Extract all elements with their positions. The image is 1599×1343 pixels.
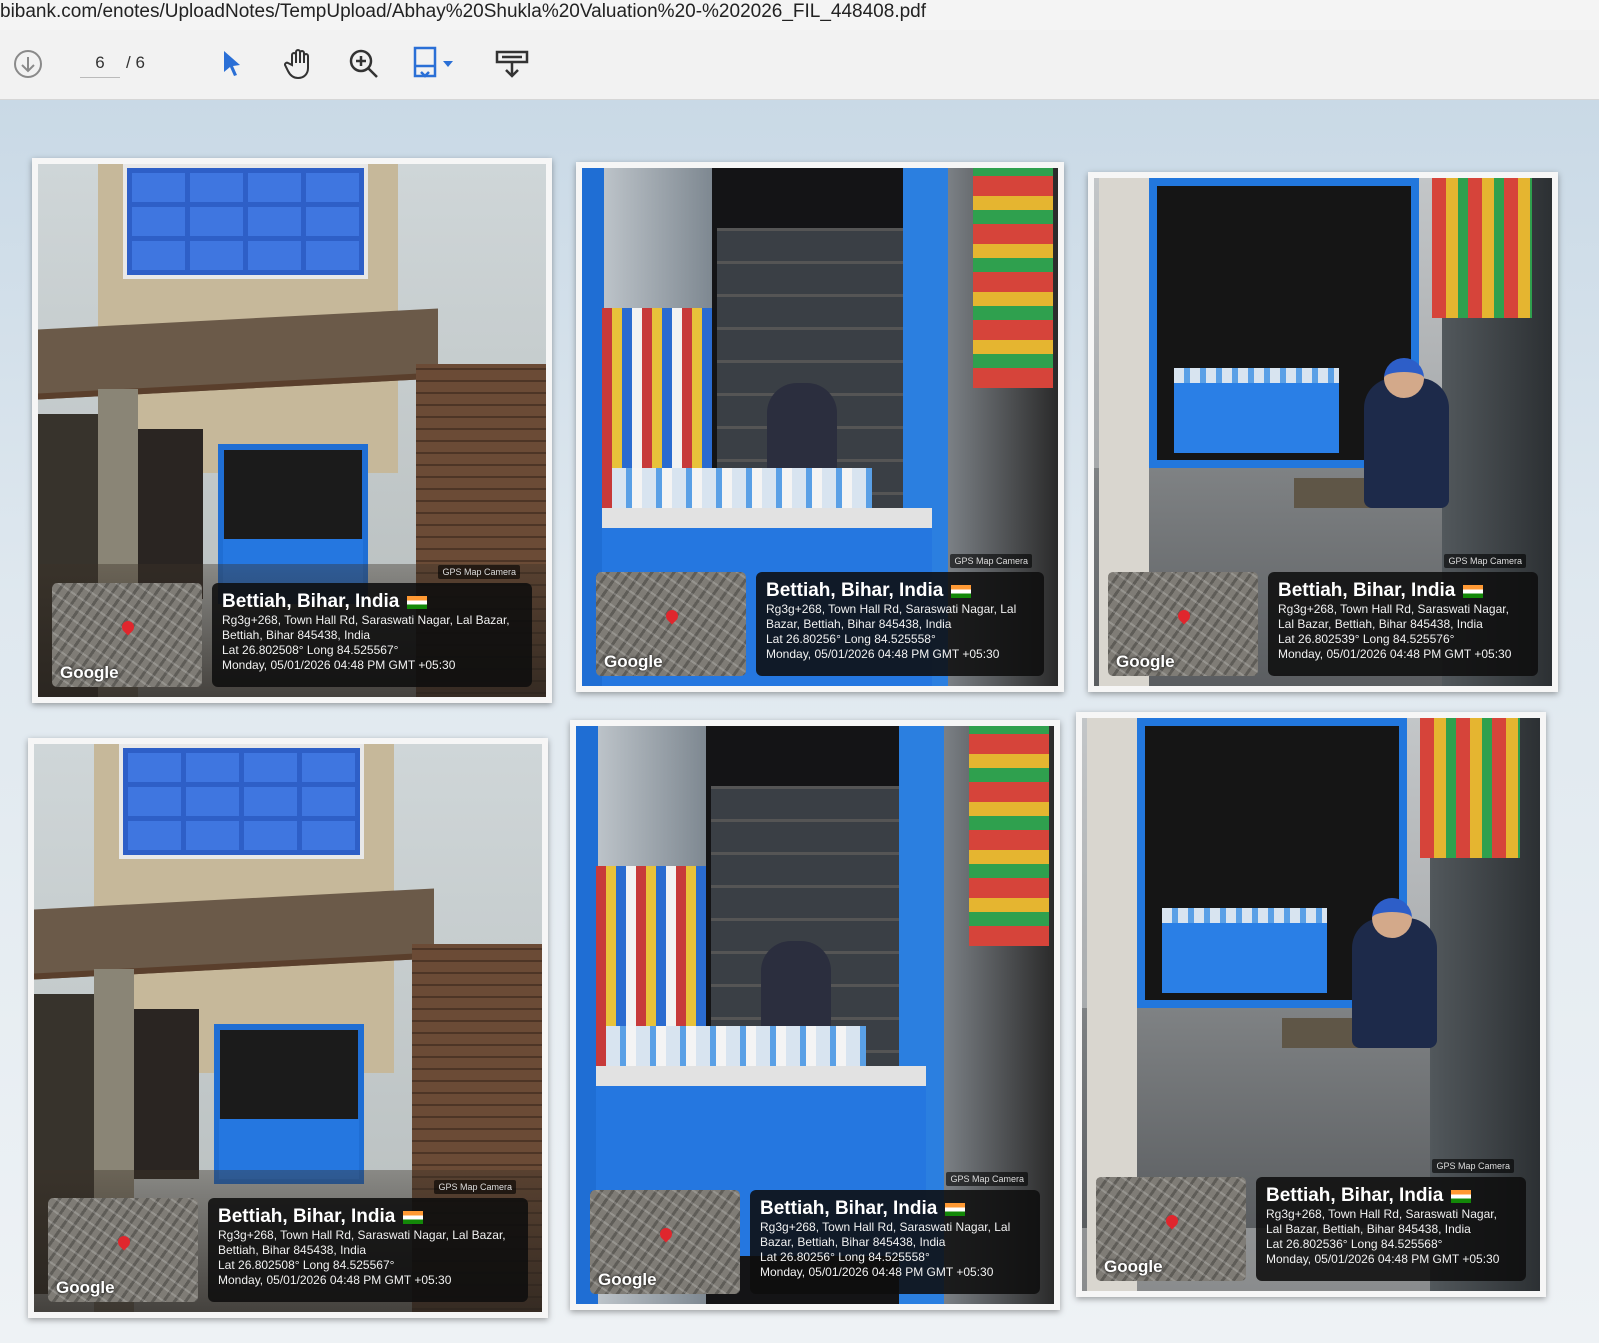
candy-jars <box>612 468 872 508</box>
gps-overlay: GPS Map Camera Google Bettiah, Bihar, In… <box>590 1172 1040 1294</box>
snack-packets <box>1432 178 1532 318</box>
location-info-box: Bettiah, Bihar, India Rg3g+268, Town Hal… <box>750 1190 1040 1294</box>
map-pin-icon <box>657 1225 675 1243</box>
location-info-box: Bettiah, Bihar, India Rg3g+268, Town Hal… <box>1256 1177 1526 1281</box>
datetime-text: Monday, 05/01/2026 04:48 PM GMT +05:30 <box>218 1273 452 1287</box>
datetime-text: Monday, 05/01/2026 04:48 PM GMT +05:30 <box>1278 647 1512 661</box>
address-text: Rg3g+268, Town Hall Rd, Saraswati Nagar,… <box>760 1220 1011 1249</box>
city-label: Bettiah, Bihar, India <box>218 1206 396 1227</box>
candy-jars <box>1162 908 1327 923</box>
gps-camera-tag: GPS Map Camera <box>434 1180 516 1194</box>
address-text: Rg3g+268, Town Hall Rd, Saraswati Nagar,… <box>766 602 1017 631</box>
map-thumbnail: Google <box>48 1198 198 1302</box>
candy-jars <box>1174 368 1339 383</box>
datetime-text: Monday, 05/01/2026 04:48 PM GMT +05:30 <box>1266 1252 1500 1266</box>
google-logo: Google <box>56 1278 115 1297</box>
address-text: Rg3g+268, Town Hall Rd, Saraswati Nagar,… <box>1266 1207 1497 1236</box>
google-logo: Google <box>60 663 119 682</box>
gps-photo: GPS Map Camera Google Bettiah, Bihar, In… <box>28 738 548 1318</box>
hand-pan-icon[interactable] <box>280 44 320 84</box>
zoom-in-icon[interactable] <box>344 44 384 84</box>
location-info-box: Bettiah, Bihar, India Rg3g+268, Town Hal… <box>212 583 532 687</box>
gps-camera-tag: GPS Map Camera <box>438 565 520 579</box>
form-download-icon[interactable] <box>492 44 532 84</box>
gps-camera-tag: GPS Map Camera <box>946 1172 1028 1186</box>
map-thumbnail: Google <box>596 572 746 676</box>
glass-window <box>119 744 364 859</box>
map-pin-icon <box>119 618 137 636</box>
gps-overlay: GPS Map Camera Google Bettiah, Bihar, In… <box>1096 1159 1526 1281</box>
datetime-text: Monday, 05/01/2026 04:48 PM GMT +05:30 <box>222 658 456 672</box>
doorway <box>134 1009 199 1179</box>
address-text: Rg3g+268, Town Hall Rd, Saraswati Nagar,… <box>218 1228 506 1257</box>
address-text: Rg3g+268, Town Hall Rd, Saraswati Nagar,… <box>1278 602 1509 631</box>
glass-window <box>123 164 368 279</box>
city-label: Bettiah, Bihar, India <box>222 591 400 612</box>
map-thumbnail: Google <box>52 583 202 687</box>
coordinates-text: Lat 26.802536° Long 84.525568° <box>1266 1237 1443 1251</box>
india-flag-icon <box>945 1202 966 1216</box>
page-count: / 6 <box>126 53 145 72</box>
gps-photo: GPS Map Camera Google Bettiah, Bihar, In… <box>1076 712 1546 1297</box>
pdf-toolbar: 6 / 6 <box>0 30 1599 100</box>
gps-overlay: GPS Map Camera Google Bettiah, Bihar, In… <box>1108 554 1538 676</box>
page-number-input[interactable]: 6 <box>80 48 120 78</box>
gps-overlay: GPS Map Camera Google Bettiah, Bihar, In… <box>48 1180 528 1302</box>
google-logo: Google <box>598 1270 657 1289</box>
gps-photo: GPS Map Camera Google Bettiah, Bihar, In… <box>32 158 552 703</box>
dropdown-caret-icon[interactable] <box>436 44 460 84</box>
shop-counter <box>1174 378 1339 453</box>
gps-camera-tag: GPS Map Camera <box>1444 554 1526 568</box>
map-pin-icon <box>1175 607 1193 625</box>
map-pin-icon <box>663 607 681 625</box>
gps-overlay: GPS Map Camera Google Bettiah, Bihar, In… <box>52 565 532 687</box>
gps-photo: GPS Map Camera Google Bettiah, Bihar, In… <box>1088 172 1558 692</box>
gps-camera-tag: GPS Map Camera <box>1432 1159 1514 1173</box>
location-info-box: Bettiah, Bihar, India Rg3g+268, Town Hal… <box>1268 572 1538 676</box>
google-logo: Google <box>604 652 663 671</box>
url-text: bibank.com/enotes/UploadNotes/TempUpload… <box>0 1 927 22</box>
gps-overlay: GPS Map Camera Google Bettiah, Bihar, In… <box>596 554 1044 676</box>
shop-counter <box>1162 918 1327 993</box>
coordinates-text: Lat 26.802508° Long 84.525567° <box>222 643 399 657</box>
coordinates-text: Lat 26.80256° Long 84.525558° <box>760 1250 930 1264</box>
india-flag-icon <box>1463 584 1484 598</box>
location-info-box: Bettiah, Bihar, India Rg3g+268, Town Hal… <box>756 572 1044 676</box>
coordinates-text: Lat 26.802508° Long 84.525567° <box>218 1258 395 1272</box>
city-label: Bettiah, Bihar, India <box>1278 580 1456 601</box>
datetime-text: Monday, 05/01/2026 04:48 PM GMT +05:30 <box>760 1265 994 1279</box>
city-label: Bettiah, Bihar, India <box>1266 1185 1444 1206</box>
datetime-text: Monday, 05/01/2026 04:48 PM GMT +05:30 <box>766 647 1000 661</box>
india-flag-icon <box>407 595 428 609</box>
map-pin-icon <box>1163 1212 1181 1230</box>
city-label: Bettiah, Bihar, India <box>760 1198 938 1219</box>
snack-packets <box>969 726 1049 946</box>
gps-photo: GPS Map Camera Google Bettiah, Bihar, In… <box>576 162 1064 692</box>
india-flag-icon <box>403 1210 424 1224</box>
google-logo: Google <box>1104 1257 1163 1276</box>
select-arrow-icon[interactable] <box>212 44 252 84</box>
india-flag-icon <box>1451 1189 1472 1203</box>
gps-camera-tag: GPS Map Camera <box>950 554 1032 568</box>
address-bar[interactable]: bibank.com/enotes/UploadNotes/TempUpload… <box>0 0 1599 30</box>
location-info-box: Bettiah, Bihar, India Rg3g+268, Town Hal… <box>208 1198 528 1302</box>
man-head <box>1372 898 1412 938</box>
coordinates-text: Lat 26.802539° Long 84.525576° <box>1278 632 1455 646</box>
map-thumbnail: Google <box>1096 1177 1246 1281</box>
coordinates-text: Lat 26.80256° Long 84.525558° <box>766 632 936 646</box>
man-head <box>1384 358 1424 398</box>
map-pin-icon <box>115 1233 133 1251</box>
address-text: Rg3g+268, Town Hall Rd, Saraswati Nagar,… <box>222 613 510 642</box>
snack-packets <box>973 168 1053 388</box>
gps-photo: GPS Map Camera Google Bettiah, Bihar, In… <box>570 720 1060 1310</box>
india-flag-icon <box>951 584 972 598</box>
pdf-page-canvas: GPS Map Camera Google Bettiah, Bihar, In… <box>0 100 1599 1343</box>
snack-packets <box>1420 718 1520 858</box>
download-circle-icon[interactable] <box>8 44 48 84</box>
google-logo: Google <box>1116 652 1175 671</box>
city-label: Bettiah, Bihar, India <box>766 580 944 601</box>
candy-jars <box>606 1026 866 1066</box>
map-thumbnail: Google <box>1108 572 1258 676</box>
map-thumbnail: Google <box>590 1190 740 1294</box>
